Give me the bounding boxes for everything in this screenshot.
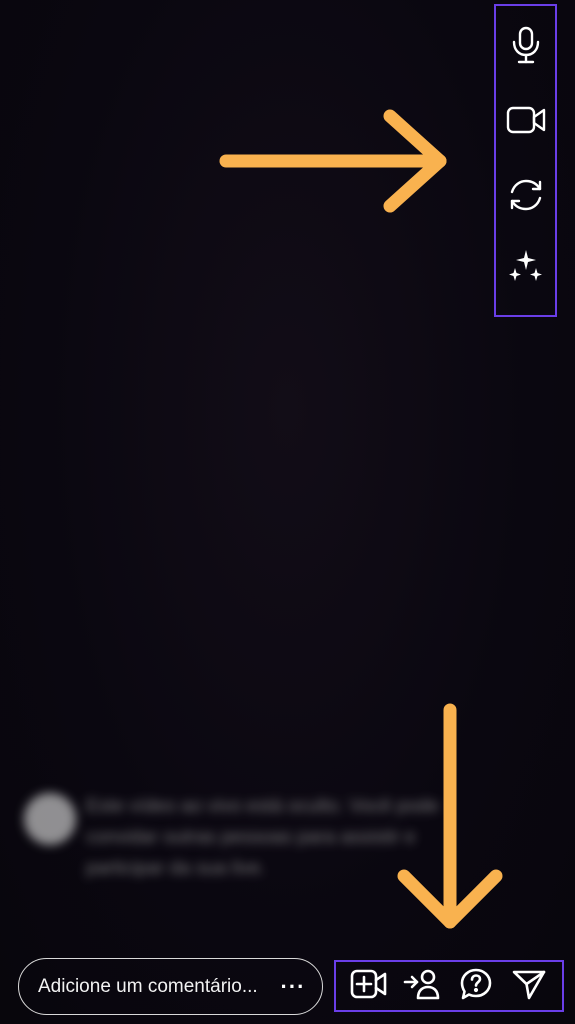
side-controls-panel <box>494 4 557 317</box>
video-camera-icon <box>506 104 546 136</box>
questions-button[interactable] <box>455 965 497 1007</box>
effects-sparkle-icon <box>507 248 545 286</box>
question-icon <box>459 967 493 1006</box>
flip-camera-button[interactable] <box>501 170 551 220</box>
microphone-icon <box>509 26 543 64</box>
add-video-icon <box>350 968 388 1005</box>
effects-button[interactable] <box>501 242 551 292</box>
send-icon <box>512 968 546 1005</box>
notice-text: Este vídeo ao vivo está oculto. Você pod… <box>86 796 439 879</box>
share-button[interactable] <box>508 965 550 1007</box>
microphone-button[interactable] <box>501 20 551 70</box>
avatar <box>24 793 76 845</box>
comment-input[interactable] <box>36 974 272 999</box>
flip-camera-icon <box>506 177 546 213</box>
blurred-background-text <box>30 615 550 735</box>
camera-toggle-button[interactable] <box>501 95 551 145</box>
add-video-button[interactable] <box>348 965 390 1007</box>
hidden-live-notice: Este vídeo ao vivo está oculto. Você pod… <box>20 785 490 895</box>
more-options-button[interactable]: ··· <box>278 972 308 1002</box>
live-broadcast-screen: Este vídeo ao vivo está oculto. Você pod… <box>0 0 575 1024</box>
invite-guest-icon <box>403 968 441 1005</box>
live-action-bar <box>334 960 564 1012</box>
annotation-arrow-right <box>219 109 447 213</box>
comment-box[interactable]: ··· <box>18 958 323 1015</box>
invite-guest-button[interactable] <box>401 965 443 1007</box>
